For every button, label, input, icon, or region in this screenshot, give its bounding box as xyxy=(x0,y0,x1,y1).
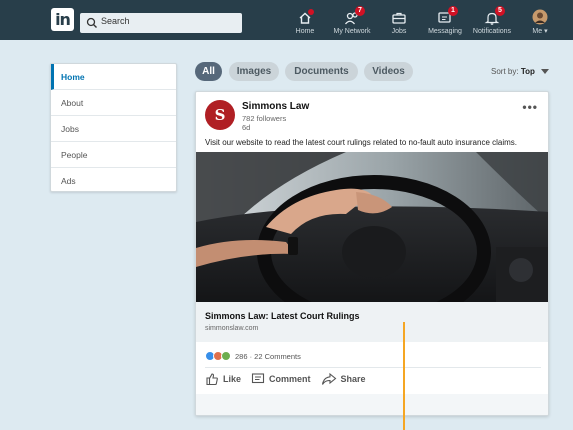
sort-value: Top xyxy=(520,67,535,76)
briefcase-icon xyxy=(391,10,407,26)
comment-icon xyxy=(251,373,265,384)
reactions-summary[interactable]: 286 · 22 Comments xyxy=(205,350,301,362)
nav-label-me: Me ▾ xyxy=(532,28,548,35)
nav-label-jobs: Jobs xyxy=(391,28,407,35)
pointer-marker xyxy=(403,322,405,430)
linkedin-logo[interactable]: in xyxy=(51,8,74,31)
post-image-illustration xyxy=(196,152,548,302)
share-button[interactable]: Share xyxy=(321,372,366,386)
post-actions: Like Comment Share xyxy=(205,372,376,386)
comment-button[interactable]: Comment xyxy=(251,372,311,386)
page-sidebar: Home About Jobs People Ads xyxy=(50,63,177,192)
network-badge: 7 xyxy=(355,6,365,16)
share-arrow-icon xyxy=(321,372,336,385)
home-icon xyxy=(297,9,314,26)
post-text: Visit our website to read the latest cou… xyxy=(205,138,518,147)
sidebar-item-ads[interactable]: Ads xyxy=(51,168,176,194)
sidebar-item-about[interactable]: About xyxy=(51,90,176,116)
chat-icon: 1 xyxy=(437,6,458,26)
post-card: S Simmons Law 782 followers 6d ••• Visit… xyxy=(195,91,549,416)
search-icon xyxy=(86,17,97,28)
comment-label: Comment xyxy=(269,374,311,384)
link-url: simmonslaw.com xyxy=(205,325,259,332)
more-options-icon[interactable]: ••• xyxy=(522,100,538,114)
post-author[interactable]: Simmons Law xyxy=(242,101,309,112)
sidebar-item-jobs[interactable]: Jobs xyxy=(51,116,176,142)
filter-chip-videos[interactable]: Videos xyxy=(364,62,413,81)
notifications-badge: 5 xyxy=(495,6,505,16)
post-time: 6d xyxy=(242,123,251,132)
like-label: Like xyxy=(223,374,242,384)
nav-label-messaging: Messaging xyxy=(428,28,462,35)
nav-label-home: Home xyxy=(295,28,315,35)
card-footer xyxy=(196,394,548,415)
nav-label-notifications: Notifications xyxy=(472,28,512,35)
sort-dropdown[interactable]: Sort by: Top xyxy=(491,67,550,76)
nav-label-my-network: My Network xyxy=(333,28,371,35)
filter-chip-images[interactable]: Images xyxy=(229,62,279,81)
sort-label: Sort by: xyxy=(491,67,519,76)
link-preview[interactable]: Simmons Law: Latest Court Rulings simmon… xyxy=(196,302,548,342)
avatar xyxy=(532,9,548,25)
bell-icon: 5 xyxy=(484,6,505,26)
nav-item-jobs[interactable]: Jobs xyxy=(387,0,411,40)
sidebar-item-home[interactable]: Home xyxy=(51,64,176,90)
filter-chip-documents[interactable]: Documents xyxy=(285,62,358,81)
messaging-badge: 1 xyxy=(448,6,458,16)
post-followers: 782 followers xyxy=(242,114,287,123)
nav-item-me[interactable]: Me ▾ xyxy=(527,0,553,40)
post-image[interactable] xyxy=(196,152,548,302)
nav-item-my-network[interactable]: 7 My Network xyxy=(331,0,373,40)
search-input[interactable]: Search xyxy=(80,13,242,33)
search-placeholder: Search xyxy=(101,16,130,26)
like-button[interactable]: Like xyxy=(205,372,241,386)
company-logo[interactable]: S xyxy=(205,100,235,130)
filter-chip-all[interactable]: All xyxy=(195,62,222,81)
nav-item-home[interactable]: Home xyxy=(292,0,318,40)
reactions-count: 286 · 22 Comments xyxy=(235,351,301,361)
link-title[interactable]: Simmons Law: Latest Court Rulings xyxy=(205,311,360,321)
thumbs-up-icon xyxy=(206,373,218,386)
nav-item-notifications[interactable]: 5 Notifications xyxy=(469,0,515,40)
caret-down-icon xyxy=(541,69,550,75)
share-label: Share xyxy=(340,374,366,384)
top-nav-bar: in Search Home 7 My Network Jobs 1 Messa… xyxy=(0,0,573,40)
divider xyxy=(205,367,541,368)
sidebar-item-people[interactable]: People xyxy=(51,142,176,168)
people-icon: 7 xyxy=(344,6,365,26)
home-dot xyxy=(308,9,314,15)
celebrate-reaction-icon xyxy=(221,351,231,361)
nav-item-messaging[interactable]: 1 Messaging xyxy=(426,0,464,40)
